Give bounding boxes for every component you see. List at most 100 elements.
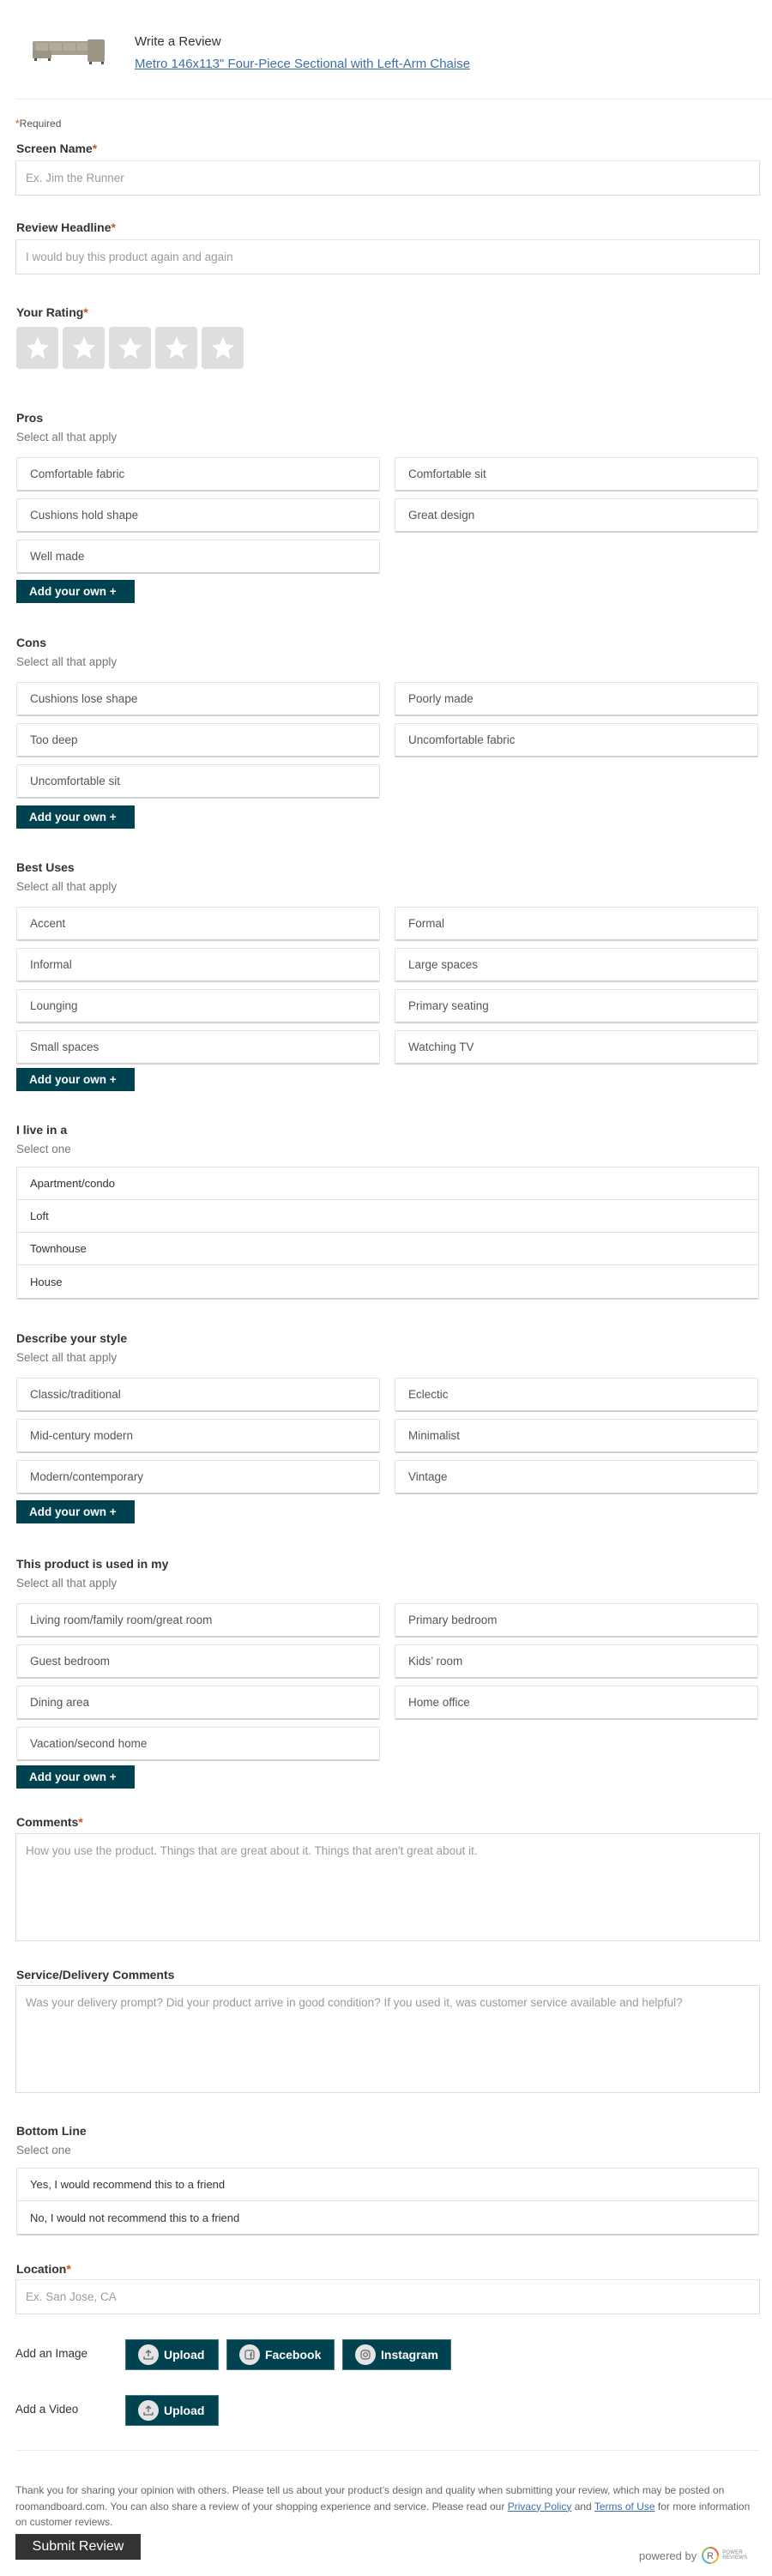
option-pill[interactable]: Lounging [16, 989, 380, 1023]
star-1-button[interactable] [16, 327, 58, 369]
star-icon [211, 336, 234, 359]
privacy-policy-link[interactable]: Privacy Policy [508, 2501, 572, 2513]
live-in-subtitle: Select one [16, 1143, 71, 1155]
option-pill[interactable]: Accent [16, 907, 380, 941]
option-pill[interactable]: Home office [395, 1686, 758, 1720]
option-pill[interactable]: Uncomfortable sit [16, 764, 380, 799]
service-comments-textarea[interactable] [15, 1985, 760, 2093]
radio-option[interactable]: Loft [17, 1200, 758, 1233]
review-headline-input[interactable] [15, 239, 760, 274]
option-pill[interactable]: Small spaces [16, 1030, 380, 1065]
facebook-button[interactable]: Facebook [226, 2339, 335, 2370]
star-icon [26, 336, 49, 359]
option-pill[interactable]: Living room/family room/great room [16, 1603, 380, 1638]
rating-label: Your Rating* [16, 305, 88, 319]
option-pill[interactable]: Large spaces [395, 948, 758, 982]
add-own-cons-button[interactable]: Add your own + [16, 805, 135, 829]
page-title: Write a Review [135, 34, 221, 49]
upload-icon [138, 2400, 159, 2421]
star-3-button[interactable] [109, 327, 151, 369]
upload-icon [138, 2344, 159, 2365]
star-4-button[interactable] [155, 327, 197, 369]
used-in-options: Living room/family room/great room Primar… [16, 1603, 758, 1761]
option-pill[interactable]: Vintage [395, 1460, 758, 1494]
cons-options: Cushions lose shape Poorly made Too deep Un… [16, 682, 758, 799]
add-own-used-in-button[interactable]: Add your own + [16, 1765, 135, 1789]
used-in-label: This product is used in my [16, 1557, 169, 1571]
option-pill[interactable]: Uncomfortable fabric [395, 723, 758, 757]
pros-options: Comfortable fabric Comfortable sit Cushion… [16, 457, 758, 574]
location-label: Location* [16, 2262, 71, 2276]
option-pill[interactable]: Dining area [16, 1686, 380, 1720]
review-headline-label: Review Headline* [16, 220, 116, 234]
option-pill[interactable]: Great design [395, 498, 758, 533]
radio-option[interactable]: No, I would not recommend this to a frie… [17, 2201, 758, 2234]
powered-by: powered by R POWER REVIEWS [639, 2546, 747, 2565]
power-reviews-logo-icon: R [702, 2547, 720, 2564]
option-pill[interactable]: Comfortable fabric [16, 457, 380, 492]
option-pill[interactable]: Formal [395, 907, 758, 941]
style-subtitle: Select all that apply [16, 1351, 118, 1364]
option-pill[interactable]: Too deep [16, 723, 380, 757]
power-reviews-logo: R POWER REVIEWS [701, 2546, 747, 2565]
submit-review-button[interactable]: Submit Review [15, 2534, 141, 2560]
best-uses-options: Accent Formal Informal Large spaces Lounging… [16, 907, 758, 1065]
option-pill[interactable]: Watching TV [395, 1030, 758, 1065]
terms-of-use-link[interactable]: Terms of Use [594, 2501, 655, 2513]
option-pill[interactable]: Primary bedroom [395, 1603, 758, 1638]
option-pill[interactable]: Modern/contemporary [16, 1460, 380, 1494]
style-label: Describe your style [16, 1331, 128, 1345]
option-pill[interactable]: Cushions lose shape [16, 682, 380, 716]
add-image-label: Add an Image [15, 2347, 88, 2360]
star-2-button[interactable] [63, 327, 105, 369]
radio-option[interactable]: House [17, 1265, 758, 1298]
option-pill[interactable]: Kids’ room [395, 1644, 758, 1679]
option-pill[interactable]: Minimalist [395, 1419, 758, 1453]
live-in-options: Apartment/condo Loft Townhouse House [16, 1167, 759, 1300]
location-input[interactable] [15, 2279, 760, 2314]
instagram-icon [355, 2344, 376, 2365]
option-pill[interactable]: Mid-century modern [16, 1419, 380, 1453]
star-icon [118, 336, 142, 359]
pros-label: Pros [16, 411, 44, 425]
service-comments-label: Service/Delivery Comments [16, 1968, 175, 1982]
option-pill[interactable]: Guest bedroom [16, 1644, 380, 1679]
radio-option[interactable]: Townhouse [17, 1233, 758, 1265]
image-upload-button[interactable]: Upload [125, 2339, 219, 2370]
header-divider [15, 99, 772, 100]
radio-option[interactable]: Yes, I would recommend this to a friend [17, 2169, 758, 2201]
cons-subtitle: Select all that apply [16, 655, 118, 668]
best-uses-subtitle: Select all that apply [16, 880, 118, 893]
live-in-label: I live in a [16, 1123, 68, 1137]
star-icon [72, 336, 95, 359]
best-uses-label: Best Uses [16, 860, 75, 874]
option-pill[interactable]: Well made [16, 540, 380, 574]
option-pill[interactable]: Informal [16, 948, 380, 982]
bottom-line-subtitle: Select one [16, 2144, 71, 2157]
option-pill[interactable]: Primary seating [395, 989, 758, 1023]
svg-text:R: R [707, 2551, 714, 2561]
product-link[interactable]: Metro 146x113" Four-Piece Sectional with… [135, 57, 470, 71]
screen-name-label: Screen Name* [16, 142, 98, 155]
option-pill[interactable]: Eclectic [395, 1378, 758, 1412]
add-own-best-uses-button[interactable]: Add your own + [16, 1068, 135, 1091]
option-pill[interactable]: Comfortable sit [395, 457, 758, 492]
option-pill[interactable]: Classic/traditional [16, 1378, 380, 1412]
option-pill[interactable]: Cushions hold shape [16, 498, 380, 533]
add-own-pros-button[interactable]: Add your own + [16, 580, 135, 603]
comments-textarea[interactable] [15, 1833, 760, 1941]
video-upload-button[interactable]: Upload [125, 2395, 219, 2426]
add-own-style-button[interactable]: Add your own + [16, 1500, 135, 1523]
option-pill[interactable]: Poorly made [395, 682, 758, 716]
star-5-button[interactable] [202, 327, 244, 369]
instagram-button[interactable]: Instagram [342, 2339, 451, 2370]
star-rating [16, 327, 244, 369]
comments-label: Comments* [16, 1815, 83, 1829]
radio-option[interactable]: Apartment/condo [17, 1167, 758, 1200]
pros-subtitle: Select all that apply [16, 431, 118, 443]
screen-name-input[interactable] [15, 160, 760, 196]
bottom-line-options: Yes, I would recommend this to a friend N… [16, 2168, 759, 2235]
option-pill[interactable]: Vacation/second home [16, 1727, 380, 1761]
disclaimer-text: Thank you for sharing your opinion with … [15, 2484, 751, 2528]
star-icon [165, 336, 188, 359]
